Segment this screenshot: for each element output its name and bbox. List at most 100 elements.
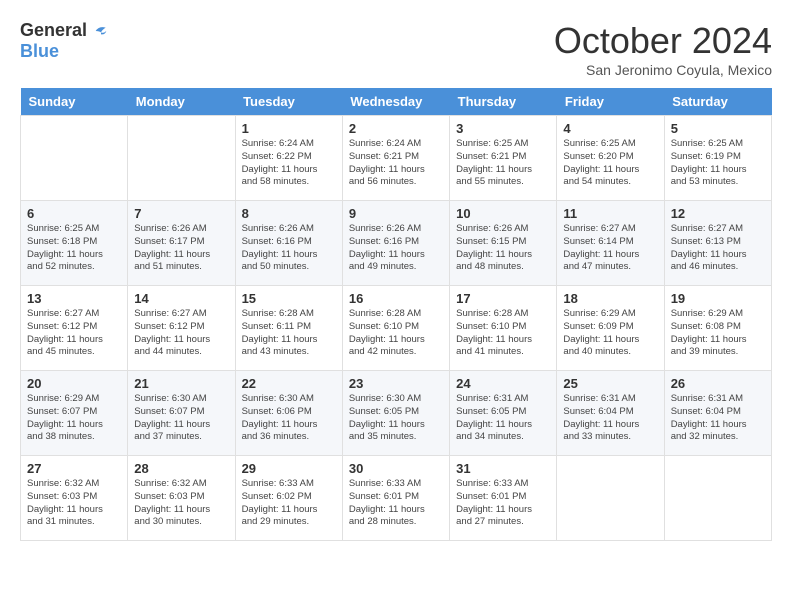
day-number: 3 <box>456 121 550 136</box>
day-number: 2 <box>349 121 443 136</box>
calendar-week-5: 27 Sunrise: 6:32 AM Sunset: 6:03 PM Dayli… <box>21 456 772 541</box>
day-number: 7 <box>134 206 228 221</box>
logo-general-text: General <box>20 20 87 41</box>
calendar-week-4: 20Sunrise: 6:29 AM Sunset: 6:07 PM Dayli… <box>21 371 772 456</box>
month-title: October 2024 <box>554 20 772 62</box>
day-info: Sunrise: 6:29 AM Sunset: 6:08 PM Dayligh… <box>671 308 747 357</box>
day-info: Sunrise: 6:26 AM Sunset: 6:17 PM Dayligh… <box>134 223 210 272</box>
day-number: 10 <box>456 206 550 221</box>
calendar-week-1: 1Sunrise: 6:24 AM Sunset: 6:22 PM Daylig… <box>21 116 772 201</box>
calendar-cell: 17 Sunrise: 6:28 AM Sunset: 6:10 PM Dayli… <box>450 286 557 371</box>
calendar-cell <box>128 116 235 201</box>
day-number: 29 <box>242 461 336 476</box>
calendar-cell: 31Sunrise: 6:33 AM Sunset: 6:01 PM Dayli… <box>450 456 557 541</box>
day-number: 24 <box>456 376 550 391</box>
day-info: Sunrise: 6:25 AM Sunset: 6:19 PM Dayligh… <box>671 138 747 187</box>
calendar-cell: 6 Sunrise: 6:25 AM Sunset: 6:18 PM Daylig… <box>21 201 128 286</box>
day-number: 13 <box>27 291 121 306</box>
day-info: Sunrise: 6:24 AM Sunset: 6:22 PM Dayligh… <box>242 138 318 187</box>
day-info: Sunrise: 6:28 AM Sunset: 6:10 PM Dayligh… <box>456 308 532 357</box>
calendar-cell: 23Sunrise: 6:30 AM Sunset: 6:05 PM Dayli… <box>342 371 449 456</box>
calendar-cell: 18 Sunrise: 6:29 AM Sunset: 6:09 PM Dayli… <box>557 286 664 371</box>
weekday-header-row: SundayMondayTuesdayWednesdayThursdayFrid… <box>21 88 772 116</box>
day-number: 16 <box>349 291 443 306</box>
day-info: Sunrise: 6:31 AM Sunset: 6:05 PM Dayligh… <box>456 393 532 442</box>
calendar-cell: 26Sunrise: 6:31 AM Sunset: 6:04 PM Dayli… <box>664 371 771 456</box>
calendar-cell: 24 Sunrise: 6:31 AM Sunset: 6:05 PM Dayli… <box>450 371 557 456</box>
day-info: Sunrise: 6:31 AM Sunset: 6:04 PM Dayligh… <box>563 393 639 442</box>
day-info: Sunrise: 6:32 AM Sunset: 6:03 PM Dayligh… <box>134 478 210 527</box>
calendar-cell: 21Sunrise: 6:30 AM Sunset: 6:07 PM Dayli… <box>128 371 235 456</box>
day-number: 17 <box>456 291 550 306</box>
day-number: 14 <box>134 291 228 306</box>
day-number: 6 <box>27 206 121 221</box>
day-number: 8 <box>242 206 336 221</box>
day-number: 4 <box>563 121 657 136</box>
calendar-cell <box>21 116 128 201</box>
weekday-header-sunday: Sunday <box>21 88 128 116</box>
day-info: Sunrise: 6:27 AM Sunset: 6:12 PM Dayligh… <box>134 308 210 357</box>
day-info: Sunrise: 6:25 AM Sunset: 6:21 PM Dayligh… <box>456 138 532 187</box>
day-info: Sunrise: 6:26 AM Sunset: 6:16 PM Dayligh… <box>242 223 318 272</box>
day-number: 9 <box>349 206 443 221</box>
day-info: Sunrise: 6:33 AM Sunset: 6:02 PM Dayligh… <box>242 478 318 527</box>
day-number: 31 <box>456 461 550 476</box>
day-info: Sunrise: 6:25 AM Sunset: 6:20 PM Dayligh… <box>563 138 639 187</box>
weekday-header-saturday: Saturday <box>664 88 771 116</box>
day-number: 19 <box>671 291 765 306</box>
day-info: Sunrise: 6:26 AM Sunset: 6:16 PM Dayligh… <box>349 223 425 272</box>
logo-blue-text: Blue <box>20 41 59 62</box>
day-info: Sunrise: 6:27 AM Sunset: 6:14 PM Dayligh… <box>563 223 639 272</box>
day-info: Sunrise: 6:26 AM Sunset: 6:15 PM Dayligh… <box>456 223 532 272</box>
calendar-table: SundayMondayTuesdayWednesdayThursdayFrid… <box>20 88 772 541</box>
weekday-header-friday: Friday <box>557 88 664 116</box>
day-number: 30 <box>349 461 443 476</box>
calendar-cell: 14 Sunrise: 6:27 AM Sunset: 6:12 PM Dayli… <box>128 286 235 371</box>
calendar-cell: 2 Sunrise: 6:24 AM Sunset: 6:21 PM Daylig… <box>342 116 449 201</box>
logo: General Blue <box>20 20 109 62</box>
day-info: Sunrise: 6:32 AM Sunset: 6:03 PM Dayligh… <box>27 478 103 527</box>
title-area: October 2024 San Jeronimo Coyula, Mexico <box>554 20 772 78</box>
day-number: 20 <box>27 376 121 391</box>
calendar-cell: 5Sunrise: 6:25 AM Sunset: 6:19 PM Daylig… <box>664 116 771 201</box>
weekday-header-thursday: Thursday <box>450 88 557 116</box>
day-number: 12 <box>671 206 765 221</box>
day-number: 26 <box>671 376 765 391</box>
calendar-cell: 8 Sunrise: 6:26 AM Sunset: 6:16 PM Daylig… <box>235 201 342 286</box>
day-number: 27 <box>27 461 121 476</box>
day-info: Sunrise: 6:25 AM Sunset: 6:18 PM Dayligh… <box>27 223 103 272</box>
calendar-cell: 11 Sunrise: 6:27 AM Sunset: 6:14 PM Dayli… <box>557 201 664 286</box>
calendar-cell: 25 Sunrise: 6:31 AM Sunset: 6:04 PM Dayli… <box>557 371 664 456</box>
calendar-cell: 29 Sunrise: 6:33 AM Sunset: 6:02 PM Dayli… <box>235 456 342 541</box>
weekday-header-wednesday: Wednesday <box>342 88 449 116</box>
day-info: Sunrise: 6:27 AM Sunset: 6:13 PM Dayligh… <box>671 223 747 272</box>
location-subtitle: San Jeronimo Coyula, Mexico <box>554 62 772 78</box>
day-info: Sunrise: 6:24 AM Sunset: 6:21 PM Dayligh… <box>349 138 425 187</box>
calendar-cell: 19 Sunrise: 6:29 AM Sunset: 6:08 PM Dayli… <box>664 286 771 371</box>
calendar-cell: 7 Sunrise: 6:26 AM Sunset: 6:17 PM Daylig… <box>128 201 235 286</box>
day-info: Sunrise: 6:29 AM Sunset: 6:09 PM Dayligh… <box>563 308 639 357</box>
calendar-cell: 10 Sunrise: 6:26 AM Sunset: 6:15 PM Dayli… <box>450 201 557 286</box>
day-number: 11 <box>563 206 657 221</box>
calendar-cell: 20Sunrise: 6:29 AM Sunset: 6:07 PM Dayli… <box>21 371 128 456</box>
day-number: 18 <box>563 291 657 306</box>
calendar-cell: 28 Sunrise: 6:32 AM Sunset: 6:03 PM Dayli… <box>128 456 235 541</box>
calendar-cell <box>664 456 771 541</box>
logo-bird-icon <box>89 21 109 41</box>
calendar-cell: 1Sunrise: 6:24 AM Sunset: 6:22 PM Daylig… <box>235 116 342 201</box>
calendar-cell: 13Sunrise: 6:27 AM Sunset: 6:12 PM Dayli… <box>21 286 128 371</box>
day-number: 22 <box>242 376 336 391</box>
weekday-header-tuesday: Tuesday <box>235 88 342 116</box>
day-number: 28 <box>134 461 228 476</box>
day-number: 21 <box>134 376 228 391</box>
calendar-cell: 3 Sunrise: 6:25 AM Sunset: 6:21 PM Daylig… <box>450 116 557 201</box>
day-info: Sunrise: 6:33 AM Sunset: 6:01 PM Dayligh… <box>349 478 425 527</box>
page-header: General Blue October 2024 San Jeronimo C… <box>20 20 772 78</box>
calendar-week-3: 13 Sunrise: 6:27 AM Sunset: 6:12 PM Dayli… <box>21 286 772 371</box>
calendar-cell: 9 Sunrise: 6:26 AM Sunset: 6:16 PM Daylig… <box>342 201 449 286</box>
calendar-cell <box>557 456 664 541</box>
calendar-week-2: 6 Sunrise: 6:25 AM Sunset: 6:18 PM Daylig… <box>21 201 772 286</box>
day-info: Sunrise: 6:30 AM Sunset: 6:06 PM Dayligh… <box>242 393 318 442</box>
calendar-cell: 12 Sunrise: 6:27 AM Sunset: 6:13 PM Dayli… <box>664 201 771 286</box>
day-number: 25 <box>563 376 657 391</box>
